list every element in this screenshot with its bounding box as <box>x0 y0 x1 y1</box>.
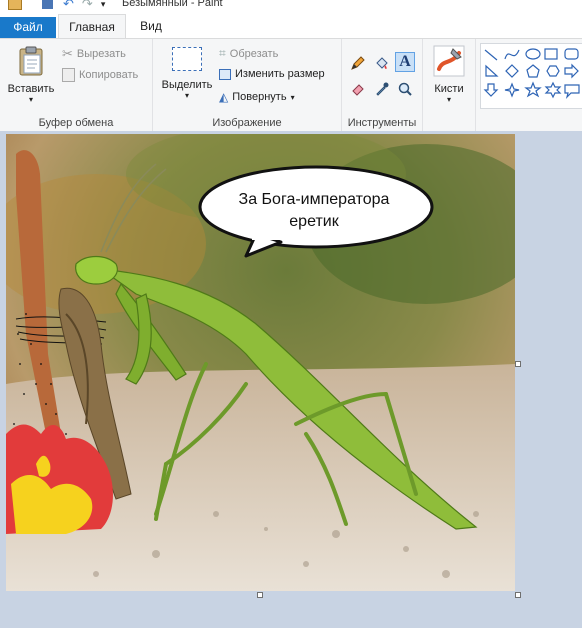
down-arrow-icon[interactable] <box>483 83 499 97</box>
brushes-group: Кисти ▾ <box>423 39 476 131</box>
color-picker-icon[interactable] <box>372 79 392 99</box>
image-group-label: Изображение <box>212 117 282 129</box>
curve-icon[interactable] <box>504 49 520 60</box>
tab-view[interactable]: Вид <box>132 14 170 38</box>
line-icon[interactable] <box>484 49 498 61</box>
resize-handle-right[interactable] <box>515 361 521 367</box>
rotate-button[interactable]: ◭ Повернуть ▾ <box>219 90 295 104</box>
brushes-label: Кисти <box>434 83 464 95</box>
image-group: Выделить ▾ ⌗ Обрезать Изменить размер ◭ … <box>153 39 342 131</box>
save-icon[interactable] <box>42 0 53 9</box>
tools-group-label: Инструменты <box>347 117 417 129</box>
resize-button[interactable]: Изменить размер <box>219 68 325 80</box>
brushes-dropdown-icon[interactable]: ▾ <box>427 95 471 104</box>
paste-label: Вставить <box>7 83 55 95</box>
tab-home[interactable]: Главная <box>58 14 126 39</box>
copy-icon <box>62 68 75 82</box>
pentagon-icon[interactable] <box>526 64 540 78</box>
ribbon-tabs: Файл Главная Вид <box>0 14 582 39</box>
select-label: Выделить <box>161 79 213 91</box>
rounded-rectangle-icon[interactable] <box>564 48 579 60</box>
text-tool-icon[interactable]: A <box>395 52 415 72</box>
resize-icon <box>219 68 231 80</box>
rectangle-icon[interactable] <box>544 48 558 60</box>
right-triangle-icon[interactable] <box>485 64 499 77</box>
brush-icon <box>433 45 465 77</box>
title-bar: ↶ ↷ ▾ Безымянный - Paint <box>0 0 582 14</box>
rotate-label: Повернуть <box>232 91 287 103</box>
resize-label: Изменить размер <box>235 68 325 80</box>
right-arrow-icon[interactable] <box>564 63 579 79</box>
pencil-icon[interactable] <box>348 53 368 73</box>
oval-icon[interactable] <box>525 48 541 60</box>
customize-quick-access-icon[interactable]: ▾ <box>101 0 106 10</box>
window-title: Безымянный - Paint <box>122 0 223 9</box>
paste-button[interactable]: Вставить ▾ <box>6 43 56 109</box>
crop-button[interactable]: ⌗ Обрезать <box>219 46 278 61</box>
five-point-star-icon[interactable] <box>524 81 542 98</box>
paste-dropdown-icon[interactable]: ▾ <box>6 95 56 104</box>
tools-group: A Инструменты <box>342 39 423 131</box>
resize-handle-bottom[interactable] <box>257 592 263 598</box>
copy-label: Копировать <box>79 69 139 81</box>
brushes-button[interactable]: Кисти ▾ <box>427 43 471 109</box>
scissors-icon: ✂ <box>62 46 73 61</box>
speech-bubble-line-1: За Бога-императора <box>238 191 390 208</box>
ribbon: Вставить ▾ ✂ Вырезать Копировать Буфер о… <box>0 38 582 132</box>
four-point-star-icon[interactable] <box>504 82 520 98</box>
six-point-star-icon[interactable] <box>544 81 562 99</box>
eraser-icon[interactable] <box>348 79 368 99</box>
shapes-group <box>478 39 582 131</box>
rotate-dropdown-icon[interactable]: ▾ <box>291 93 295 102</box>
speech-bubble-line-2: еретик <box>289 213 339 230</box>
speech-bubble-icon[interactable] <box>564 84 580 99</box>
app-icon <box>8 0 22 10</box>
clipboard-group-label: Буфер обмена <box>38 117 114 129</box>
diamond-icon[interactable] <box>505 64 519 78</box>
crop-label: Обрезать <box>229 47 279 60</box>
clipboard-group: Вставить ▾ ✂ Вырезать Копировать Буфер о… <box>0 39 153 131</box>
undo-icon[interactable]: ↶ <box>63 0 74 12</box>
shapes-gallery <box>480 43 582 109</box>
tab-file[interactable]: Файл <box>0 17 56 38</box>
copy-button[interactable]: Копировать <box>62 68 138 82</box>
speech-bubble-text: За Бога-императора еретик <box>214 189 414 233</box>
cut-button[interactable]: ✂ Вырезать <box>62 46 126 62</box>
paste-icon <box>19 46 43 76</box>
rotate-icon: ◭ <box>219 90 229 104</box>
hexagon-icon[interactable] <box>546 65 560 77</box>
crop-icon: ⌗ <box>219 46 226 60</box>
select-dropdown-icon[interactable]: ▾ <box>159 91 215 100</box>
select-icon <box>172 47 202 71</box>
magnifier-icon[interactable] <box>395 79 415 99</box>
resize-handle-corner[interactable] <box>515 592 521 598</box>
redo-icon[interactable]: ↷ <box>82 0 93 12</box>
quick-access-toolbar: ↶ ↷ ▾ <box>8 0 105 12</box>
cut-label: Вырезать <box>76 48 126 60</box>
fill-bucket-icon[interactable] <box>372 53 392 73</box>
select-button[interactable]: Выделить ▾ <box>159 45 215 109</box>
